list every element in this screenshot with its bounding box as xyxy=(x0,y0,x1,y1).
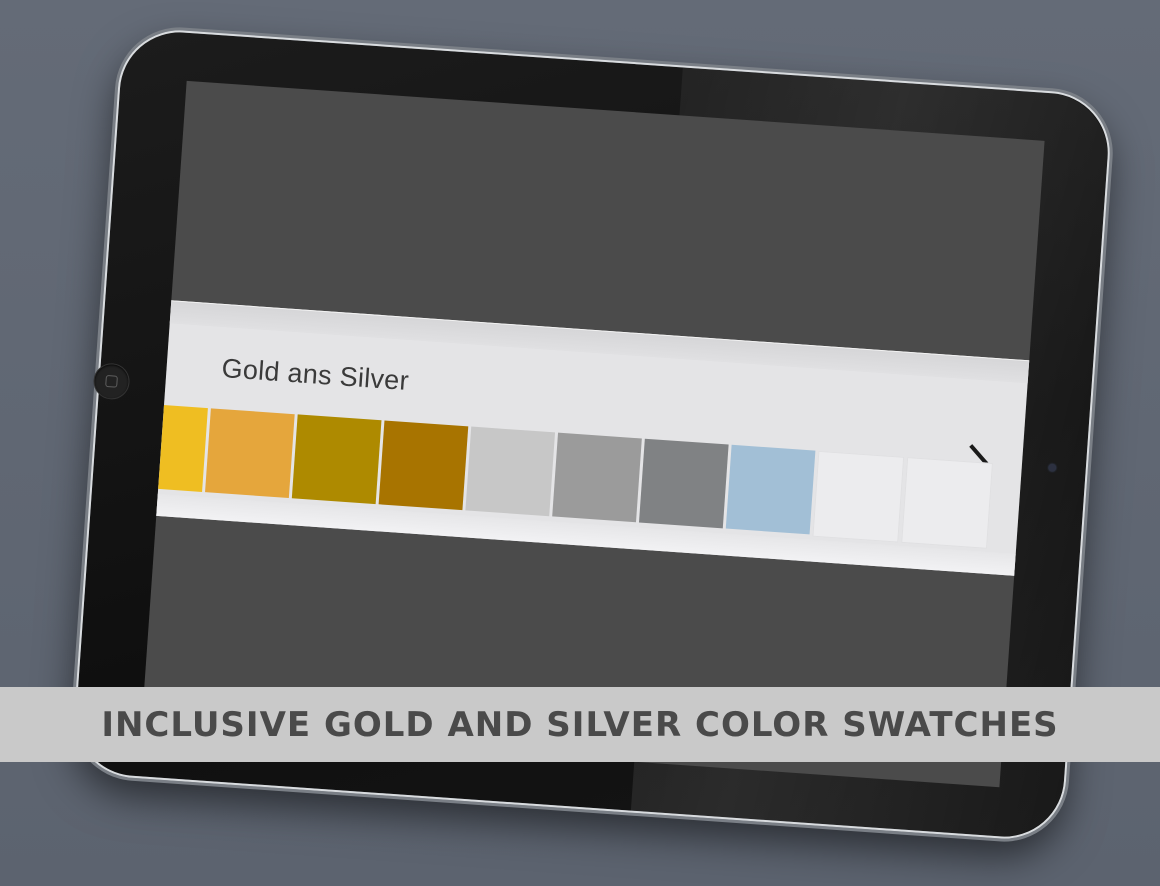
color-swatch[interactable] xyxy=(141,402,208,492)
color-swatch[interactable] xyxy=(205,408,295,499)
camera-icon xyxy=(1048,463,1057,472)
color-swatch[interactable] xyxy=(725,444,816,535)
swatch-panel[interactable]: Gold ans Silver xyxy=(141,297,1045,579)
caption-band: INCLUSIVE GOLD AND SILVER COLOR SWATCHES xyxy=(0,687,1160,762)
tablet-screen: Gold ans Silver xyxy=(141,80,1045,788)
color-swatch[interactable] xyxy=(638,438,729,529)
color-swatch[interactable] xyxy=(291,414,382,505)
palette-title: Gold ans Silver xyxy=(220,353,410,397)
color-swatch[interactable] xyxy=(552,432,642,523)
caption-text: INCLUSIVE GOLD AND SILVER COLOR SWATCHES xyxy=(101,704,1059,745)
color-swatch[interactable] xyxy=(901,457,993,549)
color-swatch[interactable] xyxy=(812,450,905,543)
color-swatch[interactable] xyxy=(378,420,469,511)
color-swatch[interactable] xyxy=(465,426,556,517)
home-button[interactable] xyxy=(92,362,131,401)
stage: Gold ans Silver INCLUSIVE GOLD AND SILVE… xyxy=(0,0,1160,886)
home-square-icon xyxy=(105,374,118,388)
